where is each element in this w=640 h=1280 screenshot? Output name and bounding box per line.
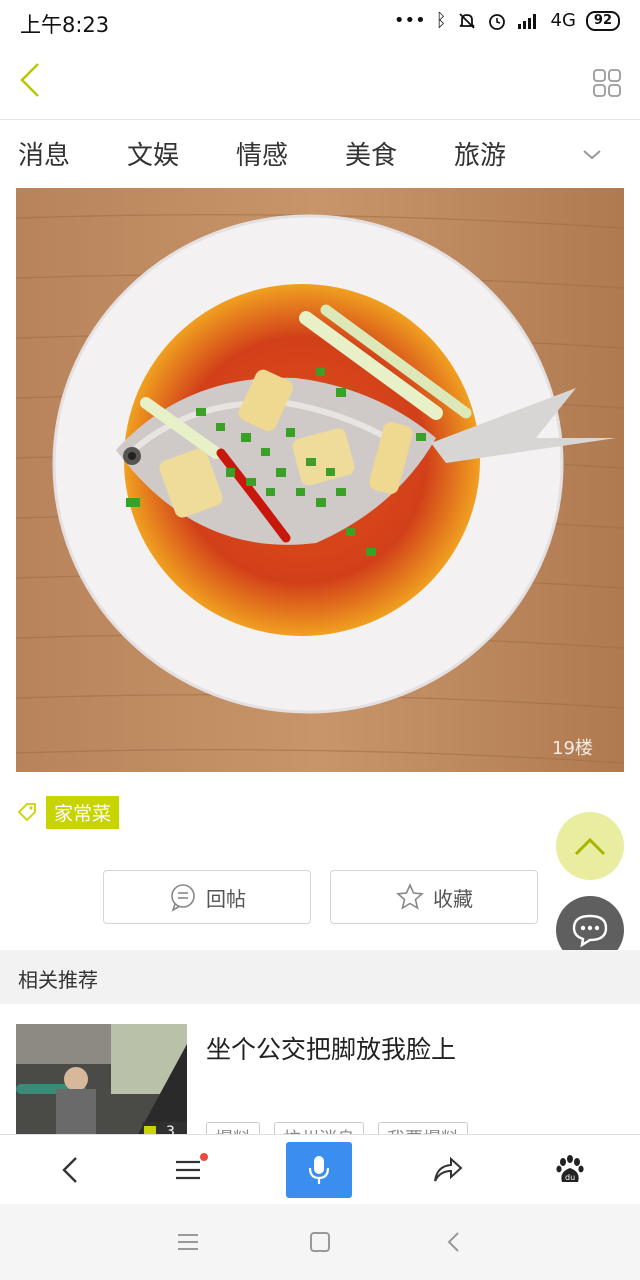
baidu-home-button[interactable]: du	[538, 1143, 602, 1197]
chevron-left-icon[interactable]	[12, 56, 52, 104]
svg-text:du: du	[565, 1173, 575, 1182]
tab-news[interactable]: 消息	[18, 135, 70, 172]
related-item-title: 坐个公交把脚放我脸上	[206, 1035, 457, 1064]
more-dots-icon: •••	[393, 10, 426, 31]
baidu-paw-icon: du	[556, 1155, 584, 1182]
grid-icon[interactable]	[592, 68, 622, 98]
related-thumbnail: 3	[16, 1024, 187, 1134]
watermark: 19楼	[552, 738, 593, 759]
back-button[interactable]	[38, 1143, 102, 1197]
comment-icon	[171, 884, 195, 912]
browser-toolbar: du	[0, 1134, 640, 1204]
status-bar: 上午8:23 ••• ᛒ 4G 92	[0, 0, 640, 44]
post-image: 19楼	[16, 188, 624, 772]
tab-entertainment[interactable]: 文娱	[127, 135, 179, 172]
related-title: 相关推荐	[18, 968, 98, 992]
tab-emotion[interactable]: 情感	[236, 135, 288, 172]
category-tabs: 消息 文娱 情感 美食 旅游	[0, 121, 640, 185]
alarm-icon	[488, 13, 505, 30]
reply-button[interactable]: 回帖	[103, 870, 311, 924]
status-time: 上午8:23	[20, 13, 110, 37]
network-type: 4G	[550, 10, 576, 31]
tab-food[interactable]: 美食	[345, 135, 397, 172]
home-square-icon[interactable]	[308, 1230, 332, 1254]
image-count: 3	[166, 1124, 175, 1134]
reply-label: 回帖	[206, 886, 246, 911]
chevron-left-icon	[62, 1157, 77, 1183]
tag-row: 家常菜	[16, 795, 120, 829]
steamed-fish-photo: 19楼	[16, 188, 624, 772]
related-tag[interactable]: 杭州消息	[274, 1122, 364, 1134]
favorite-button[interactable]: 收藏	[330, 870, 538, 924]
favorite-label: 收藏	[433, 886, 473, 911]
hamburger-menu-icon	[176, 1160, 200, 1180]
tag-icon	[17, 803, 36, 822]
scroll-top-button[interactable]	[556, 812, 624, 880]
voice-search-button[interactable]	[286, 1142, 352, 1198]
menu-button[interactable]	[156, 1143, 220, 1197]
tab-travel[interactable]: 旅游	[454, 135, 506, 172]
chat-bubble-icon	[572, 914, 608, 948]
related-list-item[interactable]: 3 坐个公交把脚放我脸上 爆料 杭州消息 我要爆料	[0, 1004, 640, 1134]
system-navigation-bar	[0, 1204, 640, 1280]
system-back-icon[interactable]	[444, 1230, 464, 1254]
related-item-tags: 爆料 杭州消息 我要爆料	[206, 1122, 468, 1134]
mute-bell-icon	[458, 12, 475, 29]
battery-indicator: 92	[585, 10, 620, 31]
status-icons: ••• ᛒ 4G 92	[394, 10, 620, 31]
notification-dot	[200, 1153, 208, 1161]
microphone-icon	[308, 1156, 330, 1184]
chevron-up-icon	[574, 837, 606, 856]
signal-icon	[517, 13, 536, 29]
related-tag[interactable]: 我要爆料	[378, 1122, 468, 1134]
bluetooth-icon: ᛒ	[435, 10, 447, 31]
share-arrow-icon	[434, 1156, 463, 1182]
share-button[interactable]	[416, 1143, 480, 1197]
related-tag[interactable]: 爆料	[206, 1122, 260, 1134]
star-icon	[396, 883, 424, 910]
nav-bar	[0, 44, 640, 120]
tag-chip[interactable]: 家常菜	[46, 795, 120, 829]
chevron-down-icon[interactable]	[580, 145, 604, 165]
related-header: 相关推荐	[0, 950, 640, 1004]
recent-apps-icon[interactable]	[176, 1232, 200, 1252]
